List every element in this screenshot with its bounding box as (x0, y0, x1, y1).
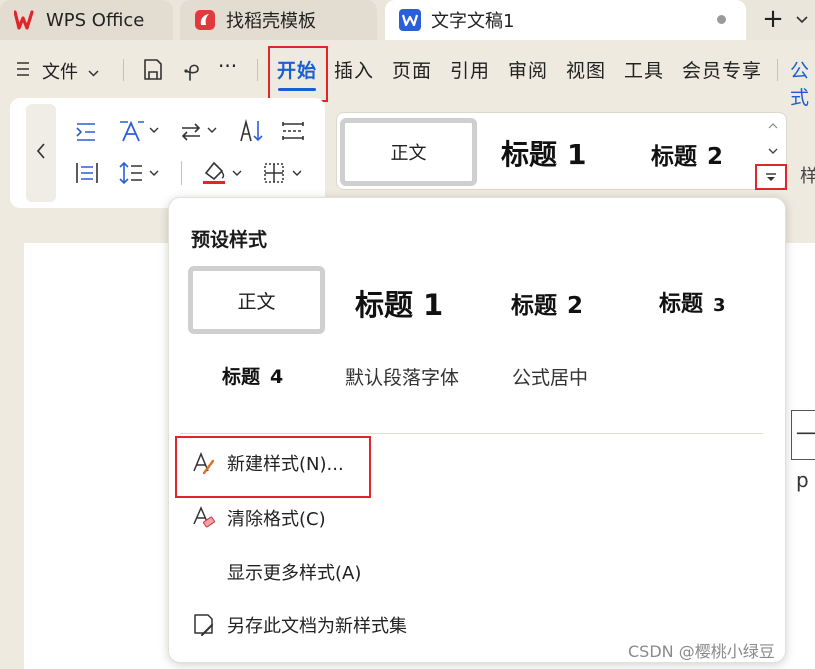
divider (257, 59, 258, 81)
menu-icon (16, 61, 30, 82)
preset-style-heading-2[interactable]: 标题 2 (511, 286, 583, 320)
ribbon-scroll-left-button[interactable] (26, 104, 56, 202)
show-marks-icon[interactable] (280, 120, 306, 142)
style-gallery-expand-button[interactable] (755, 164, 787, 190)
style-heading-1-label: 标题 (501, 138, 558, 171)
preset-heading-4-label: 标题 (222, 366, 261, 388)
save-as-style-set-label: 另存此文档为新样式集 (227, 616, 407, 637)
style-normal[interactable]: 正文 (340, 118, 477, 186)
preset-heading-1-label: 标题 (355, 288, 414, 322)
tab-document-label: 文字文稿1 (431, 11, 515, 32)
scroll-down-icon[interactable] (767, 146, 779, 156)
more-icon[interactable]: ··· (218, 54, 237, 78)
style-heading-1[interactable]: 标题 1 (501, 133, 587, 173)
docer-logo-icon (194, 9, 216, 31)
style-heading-2-label: 标题 (651, 143, 697, 170)
tab-insert[interactable]: 插入 (334, 56, 374, 83)
save-style-set-icon (191, 612, 217, 638)
font-size-adjust-icon[interactable] (118, 118, 146, 144)
style-heading-2[interactable]: 标题 2 (651, 137, 723, 171)
tab-template[interactable]: 找稻壳模板 (180, 0, 377, 40)
word-doc-icon (399, 9, 421, 31)
dropdown-title: 预设样式 (191, 229, 268, 251)
save-icon[interactable] (141, 57, 165, 83)
tab-review[interactable]: 审阅 (508, 56, 548, 83)
document-text-fragment: 一 p (791, 410, 815, 492)
unsaved-dot-icon (717, 15, 726, 24)
preset-heading-2-label: 标题 (511, 292, 557, 319)
tab-view[interactable]: 视图 (566, 56, 606, 83)
expand-more-icon (765, 168, 777, 187)
tab-wps-office[interactable]: WPS Office (0, 0, 173, 40)
indent-icon[interactable] (74, 120, 98, 144)
highlight-new-style (175, 436, 371, 498)
tab-references[interactable]: 引用 (450, 56, 490, 83)
undo-icon[interactable] (180, 57, 202, 83)
chevron-down-icon[interactable] (792, 6, 812, 34)
menu-bar: 文件 ··· 开始 插入 页面 引用 审阅 视图 工具 会员专享 公式 (0, 46, 815, 109)
preset-style-default-font[interactable]: 默认段落字体 (345, 363, 459, 390)
distribute-icon[interactable] (74, 160, 100, 186)
tab-document[interactable]: 文字文稿1 (385, 0, 746, 40)
scroll-up-icon[interactable] (767, 121, 779, 131)
tab-bar: WPS Office 找稻壳模板 文字文稿1 + (0, 0, 815, 40)
tab-template-label: 找稻壳模板 (226, 11, 316, 32)
borders-icon[interactable] (262, 161, 286, 185)
tab-wps-label: WPS Office (46, 9, 145, 31)
new-tab-button[interactable]: + (758, 4, 788, 34)
ribbon-paragraph-group (10, 98, 325, 208)
tab-formula[interactable]: 公式 (790, 56, 815, 110)
preset-style-normal-label: 正文 (237, 290, 276, 313)
clear-format-icon (191, 505, 217, 531)
preset-style-heading-4[interactable]: 标题 4 (222, 362, 283, 389)
chevron-left-icon (36, 143, 46, 163)
divider (777, 59, 778, 81)
save-as-style-set-menu-item[interactable]: 另存此文档为新样式集 (191, 612, 407, 638)
wps-logo-icon (14, 9, 36, 31)
tab-page[interactable]: 页面 (392, 56, 432, 83)
file-menu-label: 文件 (42, 62, 78, 83)
styles-panel-label[interactable]: 样 (800, 162, 815, 188)
preset-style-heading-1[interactable]: 标题 1 (355, 282, 443, 324)
shading-icon[interactable] (200, 158, 228, 186)
chevron-down-icon[interactable] (291, 167, 303, 179)
chevron-down-icon[interactable] (231, 167, 243, 179)
chevron-down-icon[interactable] (206, 124, 218, 136)
tab-tools[interactable]: 工具 (624, 56, 664, 83)
clear-format-menu-item[interactable]: 清除格式(C) (191, 505, 326, 531)
sort-icon[interactable] (238, 118, 266, 144)
divider (181, 161, 182, 185)
chevron-down-icon[interactable] (148, 124, 160, 136)
tab-member[interactable]: 会员专享 (682, 56, 762, 83)
chevron-down-icon (88, 61, 99, 82)
dropdown-divider (180, 433, 763, 434)
preset-style-formula-center[interactable]: 公式居中 (512, 363, 588, 390)
file-menu-button[interactable]: 文件 (16, 58, 99, 84)
show-more-styles-label: 显示更多样式(A) (227, 563, 362, 584)
line-spacing-icon[interactable] (118, 160, 144, 186)
preset-style-heading-3[interactable]: 标题 3 (659, 286, 726, 318)
show-more-styles-menu-item[interactable]: 显示更多样式(A) (227, 559, 361, 585)
style-normal-label: 正文 (390, 143, 427, 164)
watermark-text: CSDN @樱桃小绿豆 (628, 642, 775, 661)
divider (123, 59, 124, 81)
clear-format-label: 清除格式(C) (227, 509, 326, 530)
chevron-down-icon[interactable] (148, 167, 160, 179)
preset-style-normal[interactable]: 正文 (188, 266, 325, 334)
highlight-home-tab (268, 46, 328, 102)
preset-heading-3-label: 标题 (659, 291, 704, 317)
text-direction-icon[interactable] (178, 120, 204, 144)
